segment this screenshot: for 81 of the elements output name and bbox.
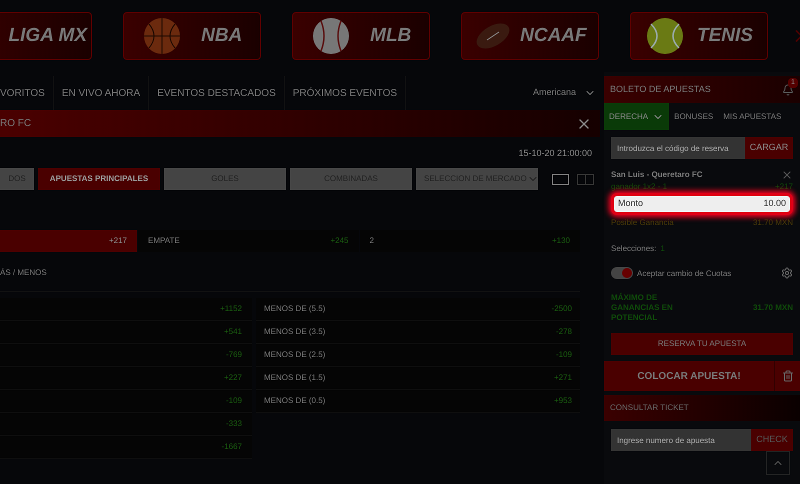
odds-value: -2500 — [552, 303, 572, 315]
amount-value: 10.00 — [763, 197, 786, 210]
baseball-icon — [310, 16, 351, 56]
reservation-code-field[interactable]: Introduzca el código de reserva — [611, 137, 745, 159]
delete-button[interactable] — [774, 361, 800, 391]
settings-icon[interactable] — [781, 267, 793, 279]
odds-value: -278 — [556, 326, 572, 338]
odds-format-dropdown[interactable]: Americana — [532, 86, 600, 100]
two-column-icon[interactable] — [577, 174, 594, 184]
sport-banner[interactable]: TENIS — [630, 12, 768, 60]
sport-banner[interactable]: NCAAF — [461, 12, 599, 60]
ticket-title: CONSULTAR TICKET — [610, 402, 689, 414]
possible-winnings-value: 31.70 MXN — [752, 217, 793, 229]
odds-value: +227 — [224, 372, 242, 384]
odds-label: MENOS DE (2.5) — [264, 349, 326, 361]
odds-value: +953 — [554, 395, 572, 407]
market-tab[interactable]: APUESTAS PRINCIPALES — [38, 168, 160, 190]
odds-row[interactable]: -1667 — [0, 436, 252, 459]
accept-odds-toggle[interactable] — [611, 267, 633, 279]
odds-button[interactable]: 2 +130 — [360, 230, 580, 252]
amount-field[interactable]: Monto 10.00 — [611, 193, 793, 215]
betslip-tab[interactable]: DERECHA — [604, 103, 670, 130]
match-date: 15-10-20 21:00:00 — [518, 147, 592, 160]
odds-row[interactable]: MENOS DE (5.5) -2500 — [256, 298, 580, 321]
odds-label: MENOS DE (0.5) — [264, 395, 326, 407]
odds-row[interactable]: -769 — [0, 344, 252, 367]
accept-odds-label: Aceptar cambio de Cuotas — [637, 268, 732, 278]
odds-row[interactable]: MENOS DE (0.5) +953 — [256, 390, 580, 413]
odds-value: +271 — [554, 372, 572, 384]
odds-row[interactable]: -109 — [0, 390, 252, 413]
sport-label: LIGA MX — [8, 24, 87, 48]
odds-value: +541 — [224, 326, 242, 338]
odds-row[interactable]: -333 — [0, 413, 252, 436]
odds-value: +1152 — [220, 303, 242, 315]
load-button[interactable]: CARGAR — [745, 137, 793, 159]
odds-value: -769 — [226, 349, 242, 361]
odds-button[interactable]: +217 — [0, 230, 137, 252]
max-winnings-label: MÁXIMO DE GANANCIAS EN POTENCIAL — [611, 293, 674, 323]
odds-row[interactable]: +541 — [0, 321, 252, 344]
match-title: RO FC — [0, 117, 32, 131]
single-column-icon[interactable] — [552, 174, 569, 184]
odds-row[interactable]: +227 — [0, 367, 252, 390]
odds-label: MENOS DE (3.5) — [264, 326, 326, 338]
ticket-number-field[interactable]: Ingrese numero de apuesta — [611, 429, 751, 451]
betslip-tab[interactable]: BONUSES — [669, 103, 718, 130]
sport-banner[interactable]: NBA — [123, 12, 261, 60]
trash-icon — [782, 370, 794, 382]
reserve-button[interactable]: RESERVA TU APUESTA — [611, 333, 793, 355]
betslip-tab[interactable]: MIS APUESTAS — [718, 103, 786, 130]
section-title: ÁS / MENOS — [0, 266, 47, 278]
remove-icon[interactable] — [781, 169, 793, 181]
odds-label: MENOS DE (1.5) — [264, 372, 326, 384]
sport-banner[interactable]: MLB — [292, 12, 430, 60]
odds-button[interactable]: EMPATE +245 — [138, 230, 358, 252]
selections-count: 1 — [660, 243, 665, 255]
odds-label: MENOS DE (5.5) — [264, 303, 326, 315]
odds-value: -333 — [226, 418, 242, 430]
selections-label: Selecciones: — [611, 243, 656, 255]
possible-winnings-label: Posible Ganancia — [611, 217, 674, 229]
max-winnings-value: 31.70 MXN — [752, 302, 793, 314]
sport-banner[interactable]: LIGA MX — [0, 12, 92, 60]
sport-label: NBA — [201, 24, 242, 48]
sport-label: MLB — [370, 24, 412, 48]
bell-icon[interactable] — [782, 84, 794, 96]
betslip-title: BOLETO DE APUESTAS — [610, 82, 711, 96]
amount-label: Monto — [618, 197, 644, 210]
market-name: ganador 1x2 - 1 — [611, 181, 668, 193]
basketball-icon — [142, 16, 182, 56]
tennis-ball-icon — [645, 16, 685, 56]
odds-value: -109 — [556, 349, 572, 361]
sport-label: NCAAF — [520, 24, 587, 48]
sport-label: TENIS — [697, 24, 753, 48]
odds-row[interactable]: +1152 — [0, 298, 252, 321]
odds-row[interactable]: MENOS DE (3.5) -278 — [256, 321, 580, 344]
bet-odds: +217 — [774, 181, 793, 193]
place-bet-button[interactable]: COLOCAR APUESTA! — [604, 361, 774, 391]
odds-value: -1667 — [222, 441, 242, 453]
event-name: San Luis - Queretaro FC — [611, 169, 703, 181]
odds-value: -109 — [226, 395, 242, 407]
odds-row[interactable]: MENOS DE (1.5) +271 — [256, 367, 580, 390]
odds-row[interactable]: MENOS DE (2.5) -109 — [256, 344, 580, 367]
